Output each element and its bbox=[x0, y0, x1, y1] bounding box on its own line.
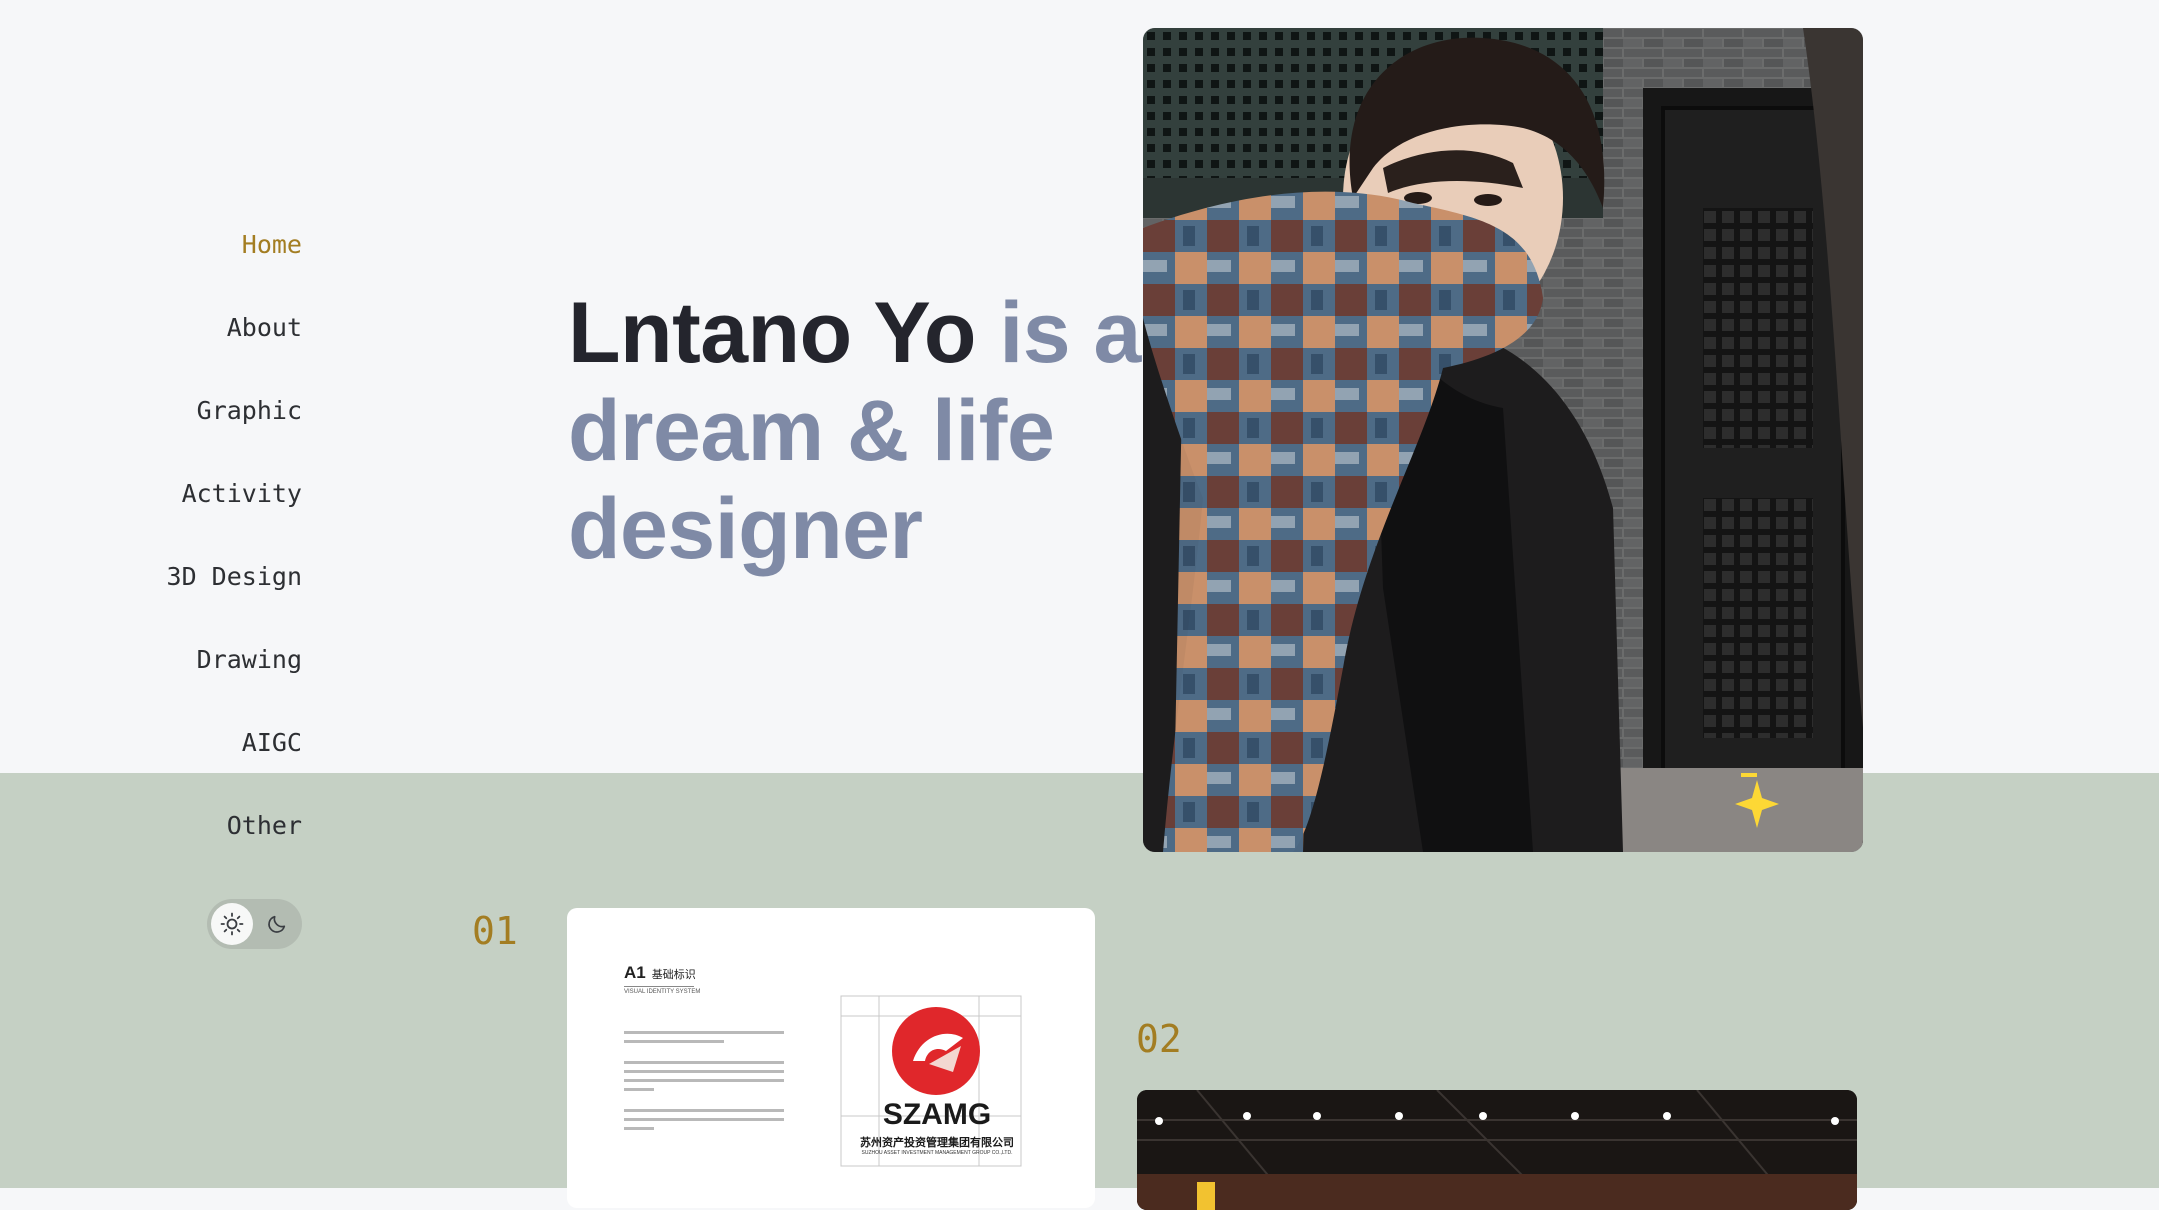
theme-toggle[interactable] bbox=[207, 899, 302, 949]
card-body-text bbox=[624, 1031, 789, 1136]
nav-item-activity[interactable]: Activity bbox=[182, 479, 302, 508]
project-number-01: 01 bbox=[472, 909, 518, 953]
card-section-title: 基础标识 bbox=[651, 968, 696, 981]
card-section-code: A1 bbox=[624, 963, 646, 982]
portrait-photo bbox=[1143, 28, 1863, 852]
moon-icon bbox=[268, 915, 286, 933]
dark-mode-button[interactable] bbox=[256, 903, 298, 945]
company-name-en: SUZHOU ASSET INVESTMENT MANAGEMENT GROUP… bbox=[861, 1150, 1013, 1156]
sidebar-nav: Home About Graphic Activity 3D Design Dr… bbox=[0, 0, 320, 1188]
sun-icon bbox=[220, 912, 244, 936]
project-card-02[interactable] bbox=[1137, 1090, 1857, 1210]
logo-text: SZAMG bbox=[882, 1098, 992, 1131]
light-mode-button[interactable] bbox=[211, 903, 253, 945]
hero-name: Lntano Yo bbox=[568, 285, 976, 381]
card-underline bbox=[624, 986, 694, 987]
hero-headline: Lntano Yo is a dream & life designer bbox=[568, 284, 1148, 578]
nav-item-drawing[interactable]: Drawing bbox=[197, 645, 302, 674]
nav-item-graphic[interactable]: Graphic bbox=[197, 396, 302, 425]
portrait-image bbox=[1143, 28, 1863, 852]
nav-item-3d-design[interactable]: 3D Design bbox=[167, 562, 302, 591]
nav-item-other[interactable]: Other bbox=[227, 811, 302, 840]
nav-item-aigc[interactable]: AIGC bbox=[242, 728, 302, 757]
nav-item-home[interactable]: Home bbox=[242, 230, 302, 259]
stage-photo bbox=[1137, 1090, 1857, 1210]
szamg-logo-icon bbox=[892, 1007, 980, 1095]
card-section-subtitle: VISUAL IDENTITY SYSTEM bbox=[624, 989, 701, 995]
company-name-cn: 苏州资产投资管理集团有限公司 bbox=[860, 1136, 1014, 1149]
project-card-01[interactable]: A1 基础标识 VISUAL IDENTITY SYSTEM SZAMG 苏州资… bbox=[567, 908, 1095, 1208]
szamg-logo-block: SZAMG 苏州资产投资管理集团有限公司 SUZHOU ASSET INVEST… bbox=[829, 986, 1045, 1176]
nav-item-about[interactable]: About bbox=[227, 313, 302, 342]
project-number-02: 02 bbox=[1136, 1017, 1182, 1061]
